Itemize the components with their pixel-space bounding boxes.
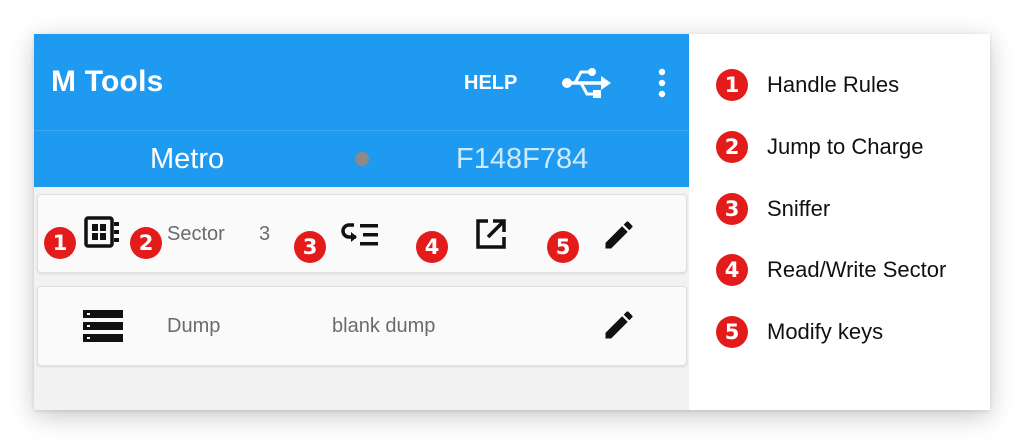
legend-num-4: 4 <box>716 254 748 286</box>
legend-text-5: Modify keys <box>767 319 884 344</box>
card-name: Metro <box>150 143 225 175</box>
legend-num-1: 1 <box>716 69 748 101</box>
marker-4: 4 <box>416 231 448 263</box>
marker-5: 5 <box>547 231 579 263</box>
card-info-bar: Metro F148F784 <box>34 130 689 187</box>
status-dot <box>355 152 369 166</box>
legend-text-3: Sniffer <box>767 196 831 221</box>
legend-num-5: 5 <box>716 316 748 348</box>
marker-1: 1 <box>44 227 76 259</box>
edit-pencil-icon[interactable] <box>601 217 637 253</box>
legend-num-2: 2 <box>716 131 748 163</box>
memory-chip-icon[interactable] <box>83 215 121 249</box>
edit-pencil-icon[interactable] <box>601 307 637 343</box>
legend-num-3: 3 <box>716 193 748 225</box>
sector-value: 3 <box>259 223 271 245</box>
help-button[interactable]: HELP <box>464 72 517 95</box>
app-bar: M Tools HELP <box>34 34 689 130</box>
legend-text-2: Jump to Charge <box>767 134 924 159</box>
usb-icon[interactable] <box>561 67 611 99</box>
jump-charge-icon[interactable] <box>341 221 381 249</box>
card-uid: F148F784 <box>456 143 589 175</box>
marker-3: 3 <box>294 231 326 263</box>
app-screen: M Tools HELP Metro F148F784 Sector 3 Dum… <box>34 34 689 410</box>
dump-value: blank dump <box>332 315 436 337</box>
sector-label: Sector <box>167 223 225 245</box>
app-title: M Tools <box>51 65 164 98</box>
open-in-new-icon[interactable] <box>474 217 508 251</box>
legend-text-4: Read/Write Sector <box>767 257 947 282</box>
marker-2: 2 <box>130 227 162 259</box>
legend-text-1: Handle Rules <box>767 72 900 97</box>
dump-label: Dump <box>167 315 221 337</box>
more-vert-icon[interactable] <box>652 67 672 99</box>
dump-row[interactable]: Dump blank dump <box>37 286 687 366</box>
storage-list-icon <box>83 310 123 342</box>
